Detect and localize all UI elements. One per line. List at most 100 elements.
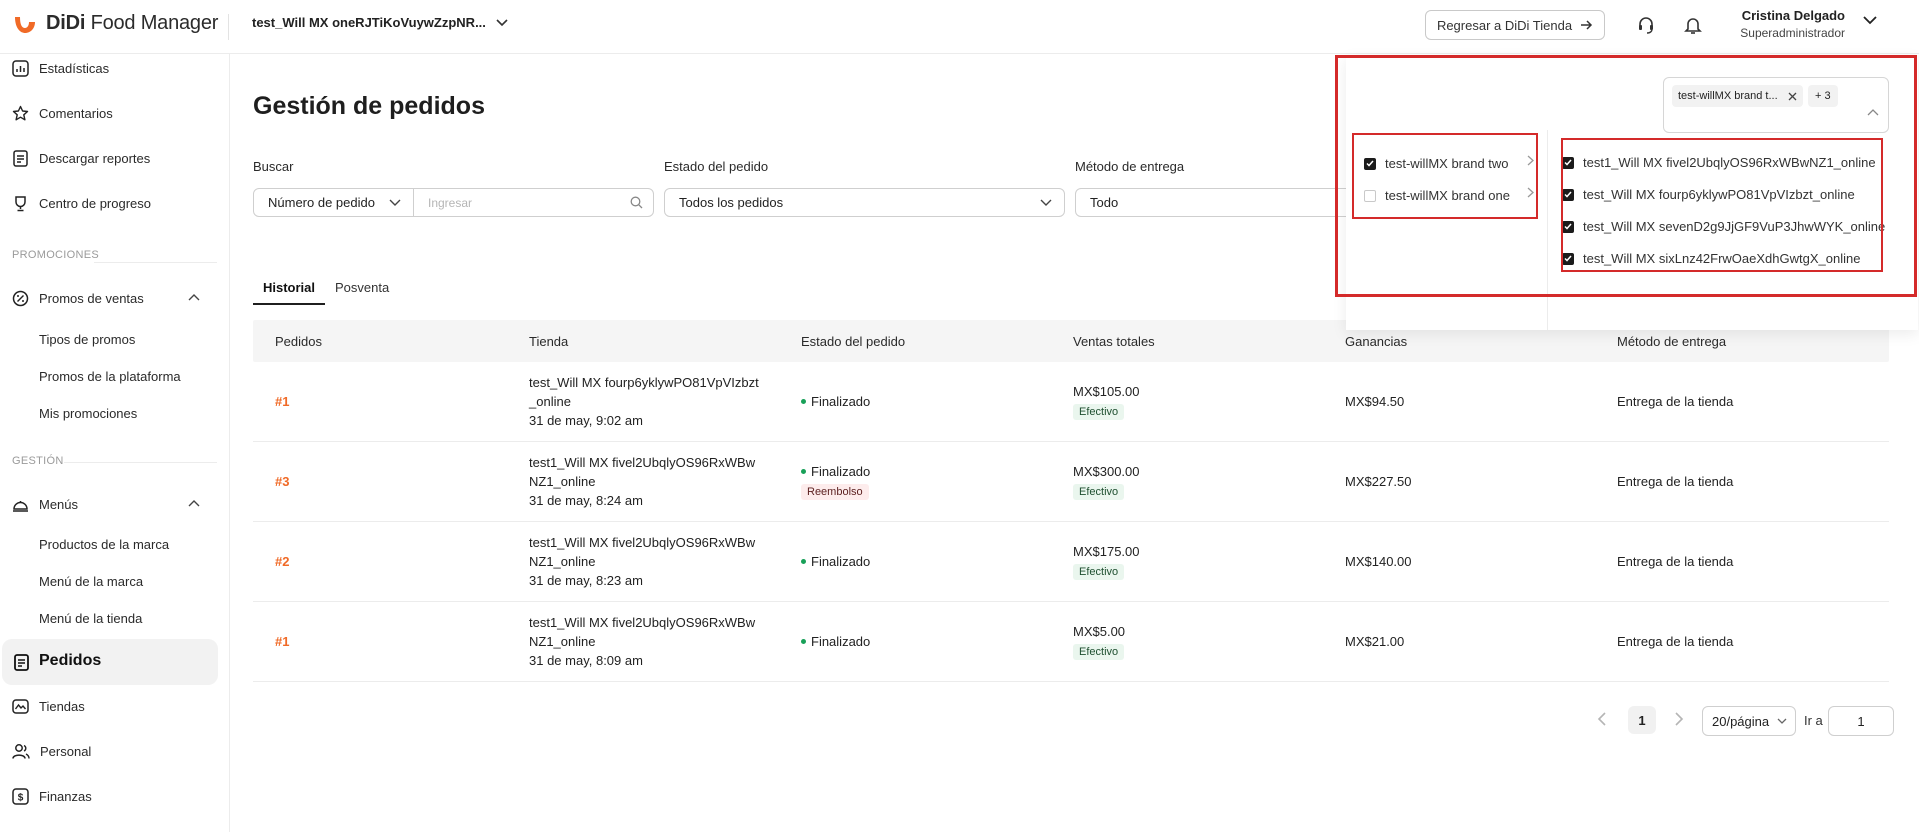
total-sales: MX$175.00 — [1073, 543, 1140, 559]
goto-label: Ir a — [1804, 713, 1823, 728]
column-header: Pedidos — [275, 333, 322, 349]
back-to-didi-store-button[interactable]: Regresar a DiDi Tienda — [1425, 10, 1605, 40]
order-id-link[interactable]: #3 — [275, 474, 289, 489]
order-date: 31 de may, 8:24 am — [529, 493, 643, 508]
sidebar-item-menu-de-la-marca[interactable]: Menú de la marca — [39, 574, 143, 589]
store-name: test1_Will MX fivel2UbqlyOS96RxWBwNZ1_on… — [529, 535, 756, 569]
search-input-wrap — [414, 189, 653, 216]
tab-posventa[interactable]: Posventa — [325, 280, 399, 305]
sidebar — [0, 54, 230, 832]
section-gestion: GESTIÓN — [12, 455, 64, 467]
user-profile[interactable]: Cristina Delgado Superadministrador — [1725, 8, 1845, 40]
sidebar-item-tiendas[interactable]: Tiendas — [12, 698, 85, 715]
status-dot — [801, 399, 806, 405]
back-button-label: Regresar a DiDi Tienda — [1436, 17, 1573, 33]
delivery-method-value: Todo — [1090, 195, 1119, 210]
table-row[interactable]: #2 test1_Will MX fivel2UbqlyOS96RxWBwNZ1… — [253, 522, 1889, 602]
sidebar-item-label: Descargar reportes — [39, 151, 151, 166]
chevron-up-icon[interactable] — [188, 499, 200, 507]
sidebar-item-centro-de-progreso[interactable]: Centro de progreso — [12, 195, 151, 212]
table-row[interactable]: #3 test1_Will MX fivel2UbqlyOS96RxWBwNZ1… — [253, 442, 1889, 522]
order-id-link[interactable]: #1 — [275, 634, 289, 649]
sidebar-item-label: Tiendas — [39, 699, 85, 714]
search-input[interactable] — [428, 195, 608, 210]
order-status-select[interactable]: Todos los pedidos — [664, 188, 1065, 217]
sidebar-item-tipos-de-promos[interactable]: Tipos de promos — [39, 332, 135, 347]
chevron-down-icon — [1777, 718, 1787, 724]
sidebar-item-label: Comentarios — [39, 106, 113, 121]
status-filter-label: Estado del pedido — [664, 159, 769, 174]
user-menu-chevron-icon[interactable] — [1862, 15, 1878, 25]
column-header: Método de entrega — [1617, 333, 1727, 349]
next-page-icon[interactable] — [1674, 712, 1684, 726]
order-date: 31 de may, 8:23 am — [529, 573, 643, 588]
tab-historial[interactable]: Historial — [253, 280, 326, 305]
orders-icon — [14, 654, 29, 671]
prev-page-icon[interactable] — [1597, 712, 1607, 726]
divider — [64, 462, 217, 463]
order-date: 31 de may, 9:02 am — [529, 413, 643, 428]
refund-badge: Reembolso — [801, 483, 869, 500]
delivery-method: Entrega de la tienda — [1617, 394, 1734, 409]
sidebar-item-finanzas[interactable]: $ Finanzas — [12, 788, 92, 805]
user-role: Superadministrador — [1740, 26, 1845, 40]
search-type-value: Número de pedido — [268, 195, 375, 210]
table-row[interactable]: #1 test1_Will MX fivel2UbqlyOS96RxWBwNZ1… — [253, 602, 1889, 682]
column-header: Tienda — [529, 333, 569, 349]
didi-logo-icon — [15, 16, 35, 33]
support-headset-icon[interactable] — [1634, 13, 1658, 37]
table-row[interactable]: #1 test_Will MX fourp6yklywPO81VpVIzbzt_… — [253, 362, 1889, 442]
stores-icon — [12, 699, 29, 714]
total-sales: MX$300.00 — [1073, 463, 1140, 479]
search-group: Número de pedido — [253, 188, 654, 217]
section-promociones: PROMOCIONES — [12, 249, 100, 261]
top-header: DiDi Food Manager test_Will MX oneRJTiKo… — [0, 0, 1919, 54]
sidebar-item-productos-de-la-marca[interactable]: Productos de la marca — [39, 537, 169, 552]
sidebar-item-menu-de-la-tienda[interactable]: Menú de la tienda — [39, 611, 142, 626]
delivery-method-select[interactable]: Todo — [1075, 188, 1365, 217]
order-id-link[interactable]: #1 — [275, 394, 289, 409]
order-id-link[interactable]: #2 — [275, 554, 289, 569]
sidebar-item-promos-de-ventas[interactable]: Promos de ventas — [12, 290, 144, 307]
order-status: Finalizado — [811, 554, 871, 569]
people-icon — [12, 744, 30, 759]
notification-bell-icon[interactable] — [1681, 13, 1705, 37]
user-name: Cristina Delgado — [1741, 8, 1845, 23]
store-selector[interactable]: test_Will MX oneRJTiKoVuywZzpNR... — [252, 15, 508, 30]
sidebar-item-menus[interactable]: Menús — [12, 496, 78, 513]
page-size-value: 20/página — [1712, 713, 1770, 729]
chevron-down-icon — [496, 18, 508, 26]
chevron-down-icon — [389, 199, 401, 206]
search-type-select[interactable]: Número de pedido — [254, 189, 414, 216]
status-dot — [801, 639, 806, 645]
store-name: test1_Will MX fivel2UbqlyOS96RxWBwNZ1_on… — [529, 455, 756, 489]
delivery-filter-label: Método de entrega — [1075, 159, 1185, 174]
payment-badge: Efectivo — [1073, 643, 1125, 660]
sidebar-item-personal[interactable]: Personal — [12, 743, 91, 760]
sidebar-item-mis-promociones[interactable]: Mis promociones — [39, 406, 137, 421]
sidebar-item-estadisticas[interactable]: Estadísticas — [12, 60, 109, 77]
earnings: MX$94.50 — [1345, 394, 1405, 409]
earnings: MX$227.50 — [1345, 474, 1412, 489]
sidebar-item-descargar-reportes[interactable]: Descargar reportes — [12, 150, 150, 167]
search-icon[interactable] — [630, 196, 643, 209]
status-dot — [801, 468, 806, 474]
sidebar-item-label: Finanzas — [39, 789, 92, 804]
arrow-right-icon — [1581, 20, 1593, 30]
svg-text:$: $ — [18, 793, 24, 804]
delivery-method: Entrega de la tienda — [1617, 474, 1734, 489]
sidebar-item-pedidos[interactable] — [2, 639, 218, 685]
divider — [94, 262, 217, 263]
sidebar-item-comentarios[interactable]: Comentarios — [12, 105, 113, 122]
sidebar-item-promos-de-la-plataforma[interactable]: Promos de la plataforma — [39, 369, 181, 384]
goto-page-input[interactable]: 1 — [1828, 706, 1894, 736]
logo-brand: DiDi — [46, 12, 86, 34]
header-divider — [228, 14, 229, 40]
chevron-up-icon[interactable] — [188, 293, 200, 301]
sidebar-item-label: Personal — [40, 744, 92, 759]
page-size-select[interactable]: 20/página — [1702, 706, 1796, 736]
payment-badge: Efectivo — [1073, 483, 1125, 500]
page-number-current[interactable]: 1 — [1628, 706, 1656, 734]
total-sales: MX$105.00 — [1073, 383, 1140, 399]
didi-logo[interactable]: DiDi Food Manager — [12, 12, 218, 35]
